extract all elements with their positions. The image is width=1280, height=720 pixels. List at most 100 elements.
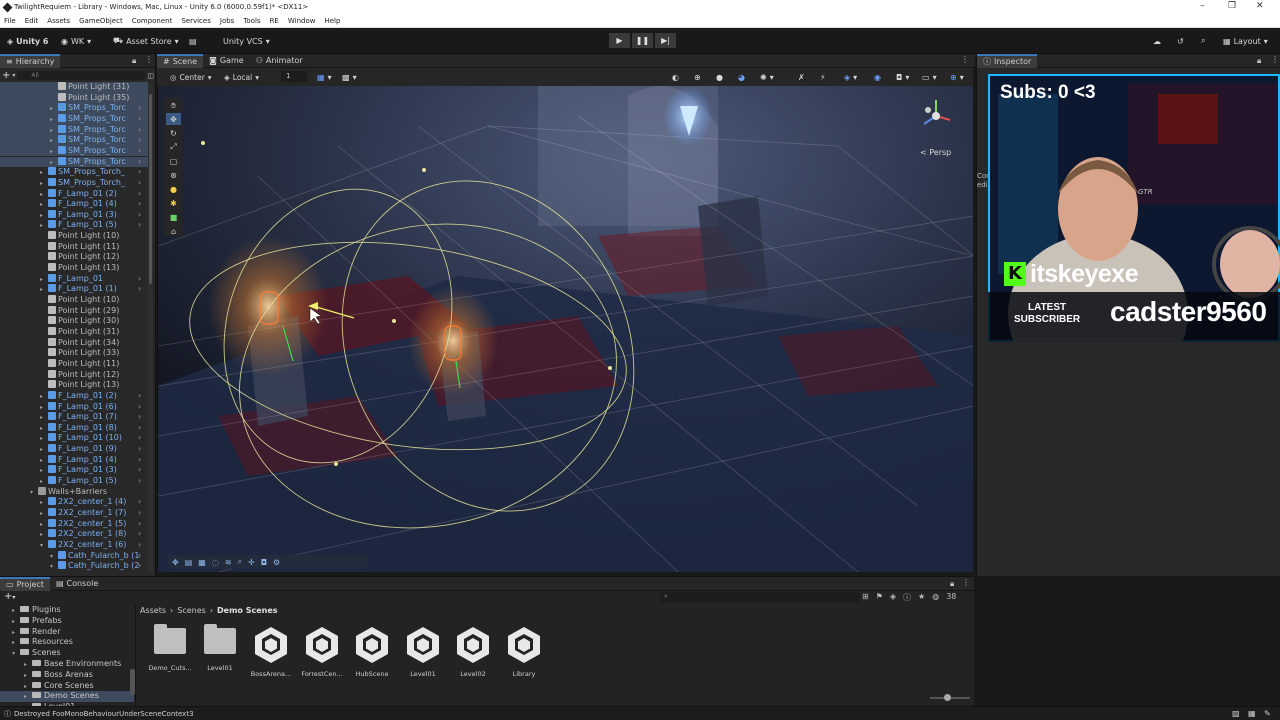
history-button[interactable]: ↺ [1172,33,1189,49]
expand-arrow-icon[interactable]: ▾ [30,488,38,498]
open-prefab-icon[interactable]: › [138,540,141,551]
project-tree-scrollbar[interactable] [130,669,135,695]
render-options[interactable]: ▭ ▾ [917,69,942,85]
search-button[interactable]: ⌕ [1196,33,1210,49]
menu-tools[interactable]: Tools [243,17,260,25]
snap-toggle[interactable]: ▩ ▾ [337,69,362,85]
search-icon[interactable]: ⌕ [238,557,242,567]
open-prefab-icon[interactable]: › [138,114,141,125]
hierarchy-item[interactable]: Point Light (31) [0,326,148,338]
expand-arrow-icon[interactable]: ▸ [40,221,48,231]
hierarchy-item[interactable]: Point Light (33) [0,348,148,359]
hierarchy-search-input[interactable]: All [17,71,146,80]
open-prefab-icon[interactable]: › [138,103,141,114]
menu-jobs[interactable]: Jobs [220,17,234,25]
expand-arrow-icon[interactable]: ▸ [40,498,48,508]
expand-arrow-icon[interactable]: ▸ [40,392,48,402]
hierarchy-item[interactable]: ▸ F_Lamp_01 (4) › [0,454,148,466]
hierarchy-item[interactable]: ▸ F_Lamp_01 (7) › [0,412,148,423]
camera-icon[interactable]: ◘ [261,558,267,567]
breadcrumb-assets[interactable]: Assets [140,606,166,615]
grid-snap-input[interactable]: 1 [281,71,307,82]
hierarchy-item[interactable]: ▸ SM_Props_Torc › [0,103,148,114]
tab-scene[interactable]: # Scene [157,53,204,68]
rect-tool-icon[interactable]: ▢ [166,155,181,167]
expand-arrow-icon[interactable]: ▸ [40,530,48,540]
menu-file[interactable]: File [4,17,16,25]
project-add-button[interactable]: +▾ [4,591,15,602]
asset-scene[interactable]: ForrestCen... [299,626,345,678]
hierarchy-item[interactable]: Point Light (34) [0,337,148,349]
transform-tool-icon[interactable]: ⊛ [166,169,181,181]
lighting-button[interactable]: ◕ [733,69,750,85]
asset-folder[interactable]: Demo_Cuts... [147,624,193,672]
layers-icon[interactable]: ≋ [225,558,232,567]
expand-arrow-icon[interactable]: ▸ [40,211,48,221]
expand-arrow-icon[interactable]: ▸ [40,413,48,423]
tag-icon[interactable]: ◈ [890,592,896,603]
hierarchy-item[interactable]: ▾ Cath_Fularch_b (1 › [0,550,148,562]
tab-console[interactable]: ▤ Console [50,577,104,591]
menu-component[interactable]: Component [132,17,173,25]
eye-slash-icon[interactable]: ◍ [932,592,939,603]
hierarchy-item[interactable]: ▸ SM_Props_Torc › [0,113,148,125]
pause-button[interactable]: ❚❚ [632,33,653,48]
more-options-icon[interactable]: ⋮ [961,55,969,64]
hierarchy-item[interactable]: ▸ SM_Props_Torc › [0,145,148,157]
hierarchy-item[interactable]: ▸ 2X2_center_1 (7) › [0,508,148,519]
project-folder-item[interactable]: ▸ Core Scenes [0,681,134,692]
menu-help[interactable]: Help [324,17,340,25]
hierarchy-item[interactable]: Point Light (29) [0,305,148,317]
hierarchy-scrollbar[interactable] [148,84,153,574]
vcs-button[interactable]: Unity VCS ▾ [218,33,275,49]
grid-icon[interactable]: ▦ [198,558,206,567]
gizmos-dropdown[interactable]: ⊕ ▾ [945,69,969,85]
shaded-button[interactable]: ● [711,69,728,85]
project-search-input[interactable]: ⌕ [660,592,860,602]
expand-arrow-icon[interactable]: ▾ [40,541,48,551]
open-prefab-icon[interactable]: › [138,189,141,200]
audio-toggle[interactable]: ✗ [793,69,810,85]
asset-store-button[interactable]: ⛟ Asset Store ▾ [108,33,184,49]
more-options-icon[interactable]: ⋮ [1271,55,1279,64]
open-prefab-icon[interactable]: › [138,210,141,221]
hierarchy-item[interactable]: ▸ F_Lamp_01 › [0,273,148,285]
pivot-icon[interactable]: ✛ [248,558,255,567]
scale-tool-icon[interactable]: ⤢ [166,141,181,153]
rotate-tool-icon[interactable]: ↻ [166,127,181,139]
menu-assets[interactable]: Assets [47,17,70,25]
expand-arrow-icon[interactable]: ▸ [40,520,48,530]
open-prefab-icon[interactable]: › [138,284,141,295]
persp-label[interactable]: < Persp [920,148,951,157]
expand-arrow-icon[interactable]: ▸ [40,403,48,413]
hidden-objects-toggle[interactable]: ◈ ▾ [839,69,862,85]
expand-arrow-icon[interactable]: ▸ [40,190,48,200]
filter-icon[interactable]: ◫ [147,72,154,80]
align-icon[interactable]: ▤ [185,558,193,567]
project-folder-item[interactable]: ▸ Render [0,627,134,638]
custom-tool-icon[interactable]: ⌂ [166,225,181,237]
scene-viewport[interactable]: < Persp [157,86,973,572]
open-prefab-icon[interactable]: › [138,274,141,285]
wireframe-button[interactable]: ⊕ [689,69,706,85]
expand-arrow-icon[interactable]: ▾ [50,552,58,562]
hierarchy-item[interactable]: ▸ SM_Props_Torc › [0,135,148,146]
play-button[interactable]: ▶ [609,33,630,48]
unity-menu-button[interactable]: ◈ Unity 6 [2,33,53,49]
filter-type-icon[interactable]: ⊞ [862,592,869,603]
expand-arrow-icon[interactable]: ▸ [40,179,48,189]
expand-arrow-icon[interactable]: ▸ [40,168,48,178]
tab-inspector[interactable]: ⓘ Inspector [977,53,1038,68]
open-prefab-icon[interactable]: › [138,508,141,519]
expand-arrow-icon[interactable]: ▾ [50,562,58,572]
hand-tool-icon[interactable]: ✋︎ [166,100,181,112]
hierarchy-item[interactable]: ▸ F_Lamp_01 (8) › [0,422,148,434]
hierarchy-item[interactable]: Point Light (13) [0,380,148,391]
project-folder-item[interactable]: ▸ Plugins [0,605,134,616]
menu-edit[interactable]: Edit [25,17,39,25]
tab-game[interactable]: ◙ Game [203,54,250,68]
hierarchy-item[interactable]: Point Light (13) [0,263,148,274]
asset-scene[interactable]: BossArena... [248,626,294,678]
open-prefab-icon[interactable]: › [138,551,141,562]
info-icon[interactable]: ⓘ [903,592,911,603]
